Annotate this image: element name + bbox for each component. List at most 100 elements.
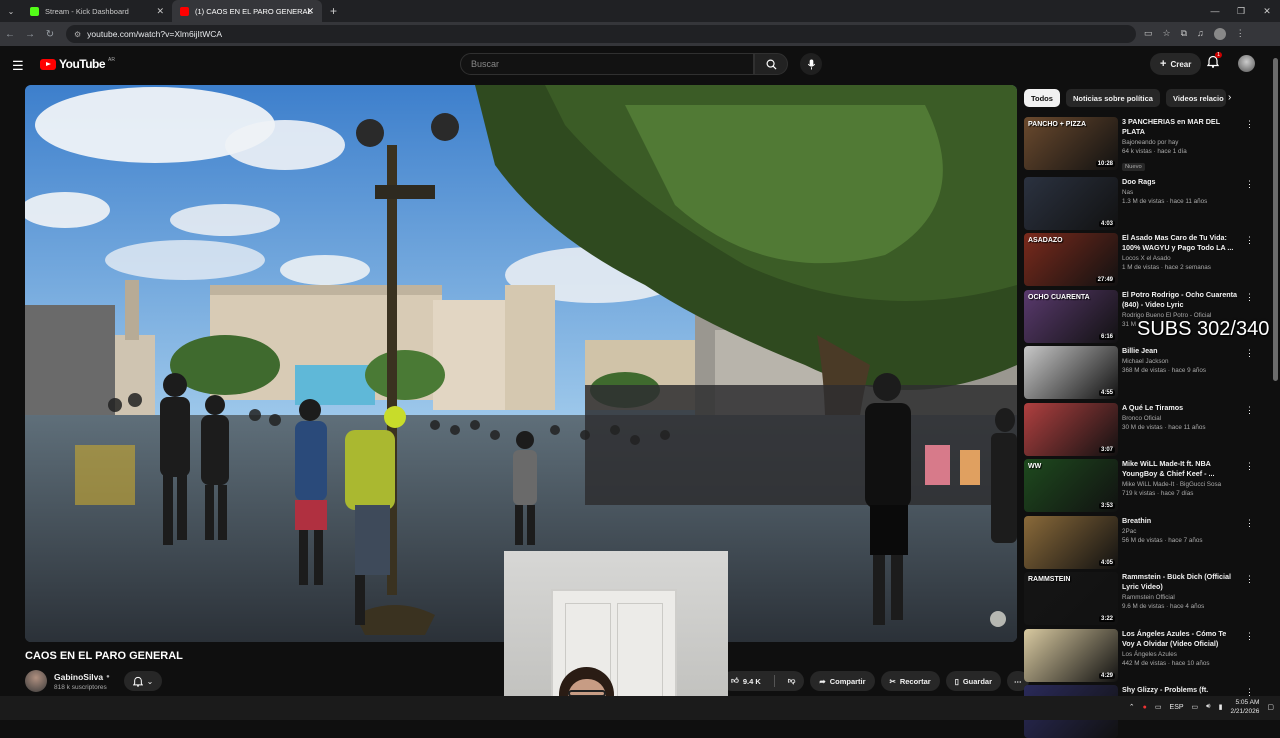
recommendation-item[interactable]: 4:05 Breathin 2Pac 56 M de vistas · hace 7 … (1024, 516, 1254, 569)
recommendation-title[interactable]: Billie Jean (1122, 346, 1240, 356)
video-thumbnail[interactable]: PANCHO + PIZZA 10:28 (1024, 117, 1118, 170)
recommendation-item[interactable]: WW 3:53 Mike WiLL Made-It ft. NBA YoungBoy… (1024, 459, 1254, 512)
recommendation-item[interactable]: ASADAZO 27:49 El Asado Mas Caro de Tu Vida… (1024, 233, 1254, 286)
site-info-icon[interactable]: ⚙ (74, 30, 81, 39)
video-thumbnail[interactable]: 4:55 (1024, 346, 1118, 399)
more-vertical-icon[interactable]: ⋮ (1245, 518, 1254, 529)
create-button[interactable]: + Crear (1150, 53, 1202, 75)
url-field[interactable]: ⚙ youtube.com/watch?v=Xlm6ijItWCA (66, 25, 1136, 43)
like-count: 9.4 K (742, 676, 761, 686)
chevron-up-icon[interactable]: ⌃ (1129, 703, 1135, 711)
more-vertical-icon[interactable]: ⋮ (1245, 405, 1254, 416)
bell-icon (132, 676, 143, 687)
profile-avatar[interactable] (1213, 28, 1226, 40)
recommendation-item[interactable]: 4:03 Doo Rags Nas 1.3 M de vistas · hace 11… (1024, 177, 1254, 230)
channel-avatar[interactable] (25, 670, 47, 692)
close-tab-icon[interactable]: ✕ (156, 6, 164, 17)
volume-icon[interactable]: 🔊︎ (1206, 703, 1210, 711)
dislike-button[interactable]: 👎︎ (779, 671, 805, 691)
video-thumbnail[interactable]: ASADAZO 27:49 (1024, 233, 1118, 286)
recommendation-channel: Michael Jackson (1122, 358, 1169, 365)
close-window-icon[interactable]: ✕ (1254, 0, 1280, 22)
microphone-icon (807, 58, 815, 70)
new-tab-button[interactable]: + (322, 4, 345, 18)
chip-noticias-politica[interactable]: Noticias sobre política (1065, 89, 1160, 107)
recommendation-meta: 1 M de vistas · hace 2 semanas (1122, 264, 1211, 271)
extensions-icon[interactable]: ⧉ (1181, 28, 1187, 40)
menu-hamburger-icon[interactable]: ☰ (12, 58, 24, 74)
recommendation-title[interactable]: Rammstein - Bück Dich (Official Lyric Vi… (1122, 572, 1240, 592)
browser-menu-icon[interactable]: ⋮ (1236, 28, 1245, 40)
channel-name-link[interactable]: GabinoSilva ● (54, 672, 110, 682)
account-avatar[interactable] (1238, 55, 1255, 72)
recommendation-channel: Locos X el Asado (1122, 255, 1171, 262)
more-vertical-icon[interactable]: ⋮ (1245, 179, 1254, 190)
recommendation-title[interactable]: El Asado Mas Caro de Tu Vida: 100% WAGYU… (1122, 233, 1240, 253)
recommendation-title[interactable]: 3 PANCHERIAS en MAR DEL PLATA (1122, 117, 1240, 137)
minimize-window-icon[interactable]: — (1202, 0, 1228, 22)
media-controls-icon[interactable]: ♫ (1197, 28, 1204, 40)
forward-button[interactable]: → (20, 29, 40, 40)
search-button[interactable] (754, 53, 788, 75)
language-indicator[interactable]: ESP (1170, 704, 1184, 711)
recommendation-item[interactable]: 3:07 A Qué Le Tiramos Bronco Oficial 30 M d… (1024, 403, 1254, 456)
chip-todos[interactable]: Todos (1024, 89, 1060, 107)
page-scrollbar[interactable] (1273, 58, 1278, 381)
close-tab-icon[interactable]: ✕ (306, 6, 314, 17)
restore-window-icon[interactable]: ❐ (1228, 0, 1254, 22)
video-thumbnail[interactable]: OCHO CUARENTA 6:16 (1024, 290, 1118, 343)
video-thumbnail[interactable]: RAMMSTEIN 3:22 (1024, 572, 1118, 625)
more-vertical-icon[interactable]: ⋮ (1245, 461, 1254, 472)
tab-search-button[interactable]: ⌄ (0, 7, 22, 16)
search-input[interactable]: Buscar (460, 53, 754, 75)
save-button[interactable]: ▯ Guardar (945, 671, 1002, 691)
recommendation-title[interactable]: El Potro Rodrigo - Ocho Cuarenta (840) -… (1122, 290, 1240, 310)
youtube-logo[interactable]: YouTube AR (40, 57, 115, 71)
recommendation-title[interactable]: Shy Glizzy - Problems (ft. (1122, 685, 1240, 695)
more-vertical-icon[interactable]: ⋮ (1245, 574, 1254, 585)
network-icon[interactable]: ▭ (1155, 703, 1162, 711)
clip-button[interactable]: ✂ Recortar (880, 671, 940, 691)
video-thumbnail[interactable]: 4:29 (1024, 629, 1118, 682)
share-button[interactable]: ➦ Compartir (810, 671, 875, 691)
more-vertical-icon[interactable]: ⋮ (1245, 235, 1254, 246)
tray-app-icon[interactable]: ● (1143, 704, 1147, 711)
recommendation-item[interactable]: 4:29 Los Ángeles Azules - Cómo Te Voy A O… (1024, 629, 1254, 682)
subscription-bell-button[interactable]: ⌄ (124, 671, 162, 691)
recommendation-title[interactable]: Los Ángeles Azules - Cómo Te Voy A Olvid… (1122, 629, 1240, 649)
video-thumbnail[interactable]: 4:03 (1024, 177, 1118, 230)
recommendation-item[interactable]: RAMMSTEIN 3:22 Rammstein - Bück Dich (Offi… (1024, 572, 1254, 625)
more-vertical-icon[interactable]: ⋮ (1245, 119, 1254, 130)
battery-icon[interactable]: ▮ (1219, 703, 1223, 711)
recommendation-title[interactable]: Mike WiLL Made-It ft. NBA YoungBoy & Chi… (1122, 459, 1240, 479)
recommendation-item[interactable]: PANCHO + PIZZA 10:28 3 PANCHERIAS en MAR D… (1024, 117, 1254, 171)
chevron-right-icon[interactable]: › (1228, 92, 1231, 103)
scissors-icon: ✂ (889, 676, 896, 686)
recommendation-channel: Bronco Oficial (1122, 415, 1162, 422)
more-vertical-icon[interactable]: ⋮ (1245, 631, 1254, 642)
video-thumbnail[interactable]: 4:05 (1024, 516, 1118, 569)
recommendation-item[interactable]: 4:55 Billie Jean Michael Jackson 368 M de v… (1024, 346, 1254, 399)
cast-icon[interactable]: ▭ (1144, 28, 1153, 40)
search-icon (766, 59, 777, 70)
video-thumbnail[interactable]: 3:07 (1024, 403, 1118, 456)
recommendation-title[interactable]: Doo Rags (1122, 177, 1240, 187)
bookmark-star-icon[interactable]: ☆ (1163, 28, 1171, 40)
more-vertical-icon[interactable]: ⋮ (1245, 348, 1254, 359)
display-icon[interactable]: ▭ (1192, 703, 1199, 711)
tab-kick-dashboard[interactable]: Stream - Kick Dashboard ✕ (22, 0, 172, 22)
reload-button[interactable]: ↻ (40, 29, 60, 40)
notifications-button[interactable]: 1 (1206, 52, 1223, 73)
tab-youtube-video[interactable]: (1) CAOS EN EL PARO GENERAL ✕ (172, 0, 322, 22)
video-thumbnail[interactable]: WW 3:53 (1024, 459, 1118, 512)
chip-videos-relacionados[interactable]: Videos relacio (1165, 89, 1226, 107)
more-vertical-icon[interactable]: ⋮ (1245, 292, 1254, 303)
recommendation-title[interactable]: Breathin (1122, 516, 1240, 526)
like-button[interactable]: 👍︎ 9.4 K (722, 671, 770, 691)
back-button[interactable]: ← (0, 29, 20, 40)
notification-center-icon[interactable]: ▢ (1267, 703, 1274, 711)
clock[interactable]: 5:05 AM 2/21/2026 (1230, 698, 1259, 716)
voice-search-button[interactable] (800, 53, 822, 75)
recommendation-title[interactable]: A Qué Le Tiramos (1122, 403, 1240, 413)
video-title: CAOS EN EL PARO GENERAL (25, 650, 183, 662)
